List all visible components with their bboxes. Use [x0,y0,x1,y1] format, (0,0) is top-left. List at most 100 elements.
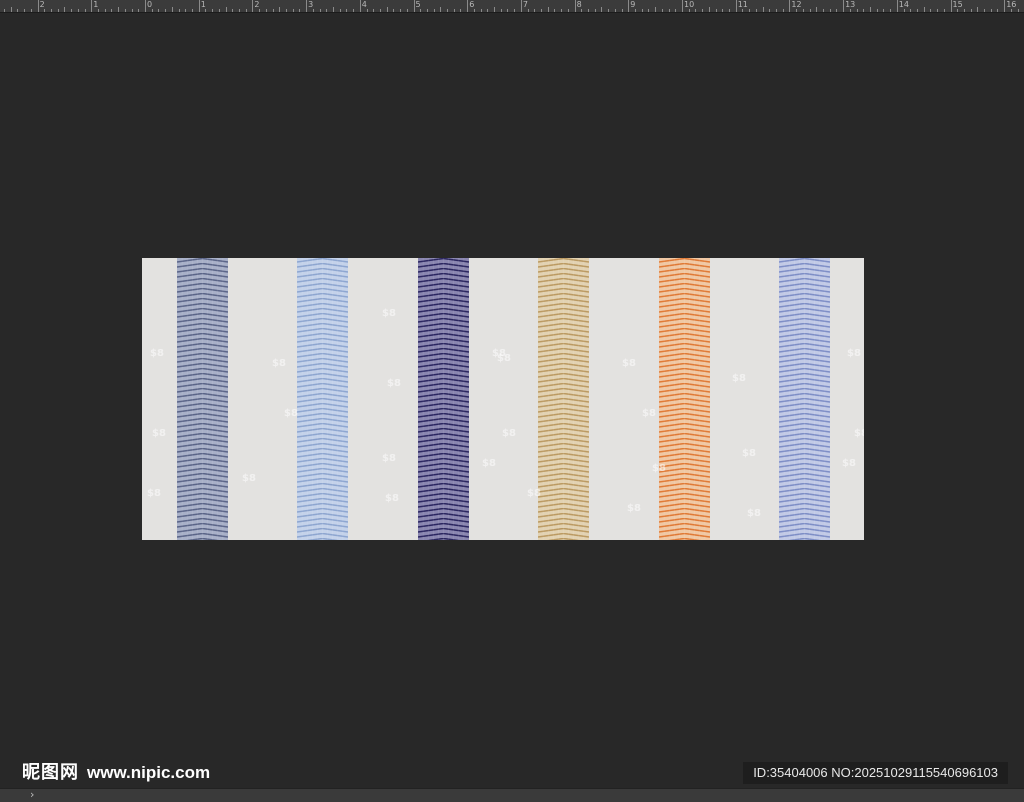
ruler-tick [601,7,603,12]
ruler-number: 2 [39,0,45,9]
ruler-tick [957,9,959,12]
ruler-number: 16 [1006,0,1017,9]
stripe-slate-blue [177,258,228,540]
pattern-mark: $8 [272,358,286,369]
status-bar: › [0,788,1024,802]
ruler-tick [702,9,704,12]
ruler-tick [326,9,328,12]
ruler-tick [346,9,348,12]
ruler-tick [822,9,824,12]
ruler-tick [1017,9,1019,12]
ruler-tick [259,9,261,12]
ruler-tick [292,9,294,12]
ruler-tick [708,7,710,12]
ruler-tick [541,9,543,12]
ruler-tick [77,9,79,12]
ruler-tick [802,9,804,12]
ruler-tick [581,9,583,12]
ruler-major-tick [198,0,200,12]
ruler-tick [386,7,388,12]
ruler-tick [715,9,717,12]
ruler-tick [655,7,657,12]
ruler-tick [353,9,355,12]
ruler-tick [668,9,670,12]
ruler-tick [71,9,73,12]
ruler-tick [30,9,32,12]
ruler-tick [796,9,798,12]
pattern-mark: $8 [527,488,541,499]
ruler-tick [883,9,885,12]
ruler-tick [124,9,126,12]
ruler-tick [426,9,428,12]
ruler-tick [299,9,301,12]
ruler-tick [494,7,496,12]
ruler-tick [863,9,865,12]
ruler-tick [453,9,455,12]
ruler-tick [171,7,173,12]
ruler-number: 4 [361,0,367,9]
ruler-major-tick [413,0,415,12]
stripe-light-blue [297,258,348,540]
ruler-number: 1 [93,0,99,9]
ruler-tick [4,9,6,12]
ruler-tick [118,7,120,12]
ruler-tick [937,9,939,12]
ruler-number: 11 [737,0,748,9]
ruler-tick [473,9,475,12]
ruler-tick [487,9,489,12]
ruler-tick [205,9,207,12]
ruler-major-tick [91,0,93,12]
ruler-tick [635,9,636,12]
ruler-number: 5 [415,0,421,9]
ruler-major-tick [306,0,308,12]
document-canvas[interactable]: $8 $8 $8 $8 $8 $8 $8 $8 $8 $8 $8 $8 $8 $8 $8 $8 $8 $8 $8 $8… [142,258,864,540]
ruler-tick [675,9,677,12]
ruler-tick [500,9,502,12]
stripe-navy [418,258,469,540]
ruler-tick [977,7,979,12]
ruler-tick [44,9,46,12]
pattern-mark: $8 [742,448,756,459]
ruler-tick [158,9,160,12]
pattern-mark: $8 [732,373,746,384]
expand-arrow-icon[interactable]: › [30,788,34,801]
ruler-tick [131,9,133,12]
horizontal-ruler: 2 1 0 1 2 3 4 5 6 7 8 9 10 11 12 13 14 15 16 [0,0,1024,13]
ruler-tick [84,9,86,12]
pattern-mark: $8 [627,503,641,514]
ruler-major-tick [359,0,361,12]
ruler-tick [890,9,892,12]
pattern-mark: $8 [382,308,396,319]
ruler-major-tick [682,0,683,12]
ruler-tick [621,9,623,12]
ruler-major-tick [628,0,630,12]
ruler-tick [916,9,918,12]
ruler-major-tick [37,0,39,12]
ruler-major-tick [950,0,952,12]
ruler-tick [641,9,643,12]
ruler-tick [191,9,193,12]
pattern-mark: $8 [502,428,516,439]
ruler-tick [594,9,596,12]
ruler-tick [749,9,751,12]
ruler-tick [775,9,777,12]
ruler-tick [849,9,851,12]
ruler-tick [138,9,140,12]
ruler-number: 3 [308,0,314,9]
ruler-tick [762,7,764,12]
ruler-tick [245,9,247,12]
ruler-tick [742,9,744,12]
ruler-tick [695,9,697,12]
pattern-mark: $8 [152,428,166,439]
ruler-tick [379,9,381,12]
ruler-tick [614,9,616,12]
pattern-mark: $8 [150,348,164,359]
ruler-tick [312,9,314,12]
ruler-tick [688,9,690,12]
ruler-tick [332,7,334,12]
ruler-number: 0 [147,0,153,9]
ruler-tick [165,9,167,12]
ruler-tick [997,9,999,12]
ruler-tick [507,9,509,12]
ruler-tick [782,9,784,12]
